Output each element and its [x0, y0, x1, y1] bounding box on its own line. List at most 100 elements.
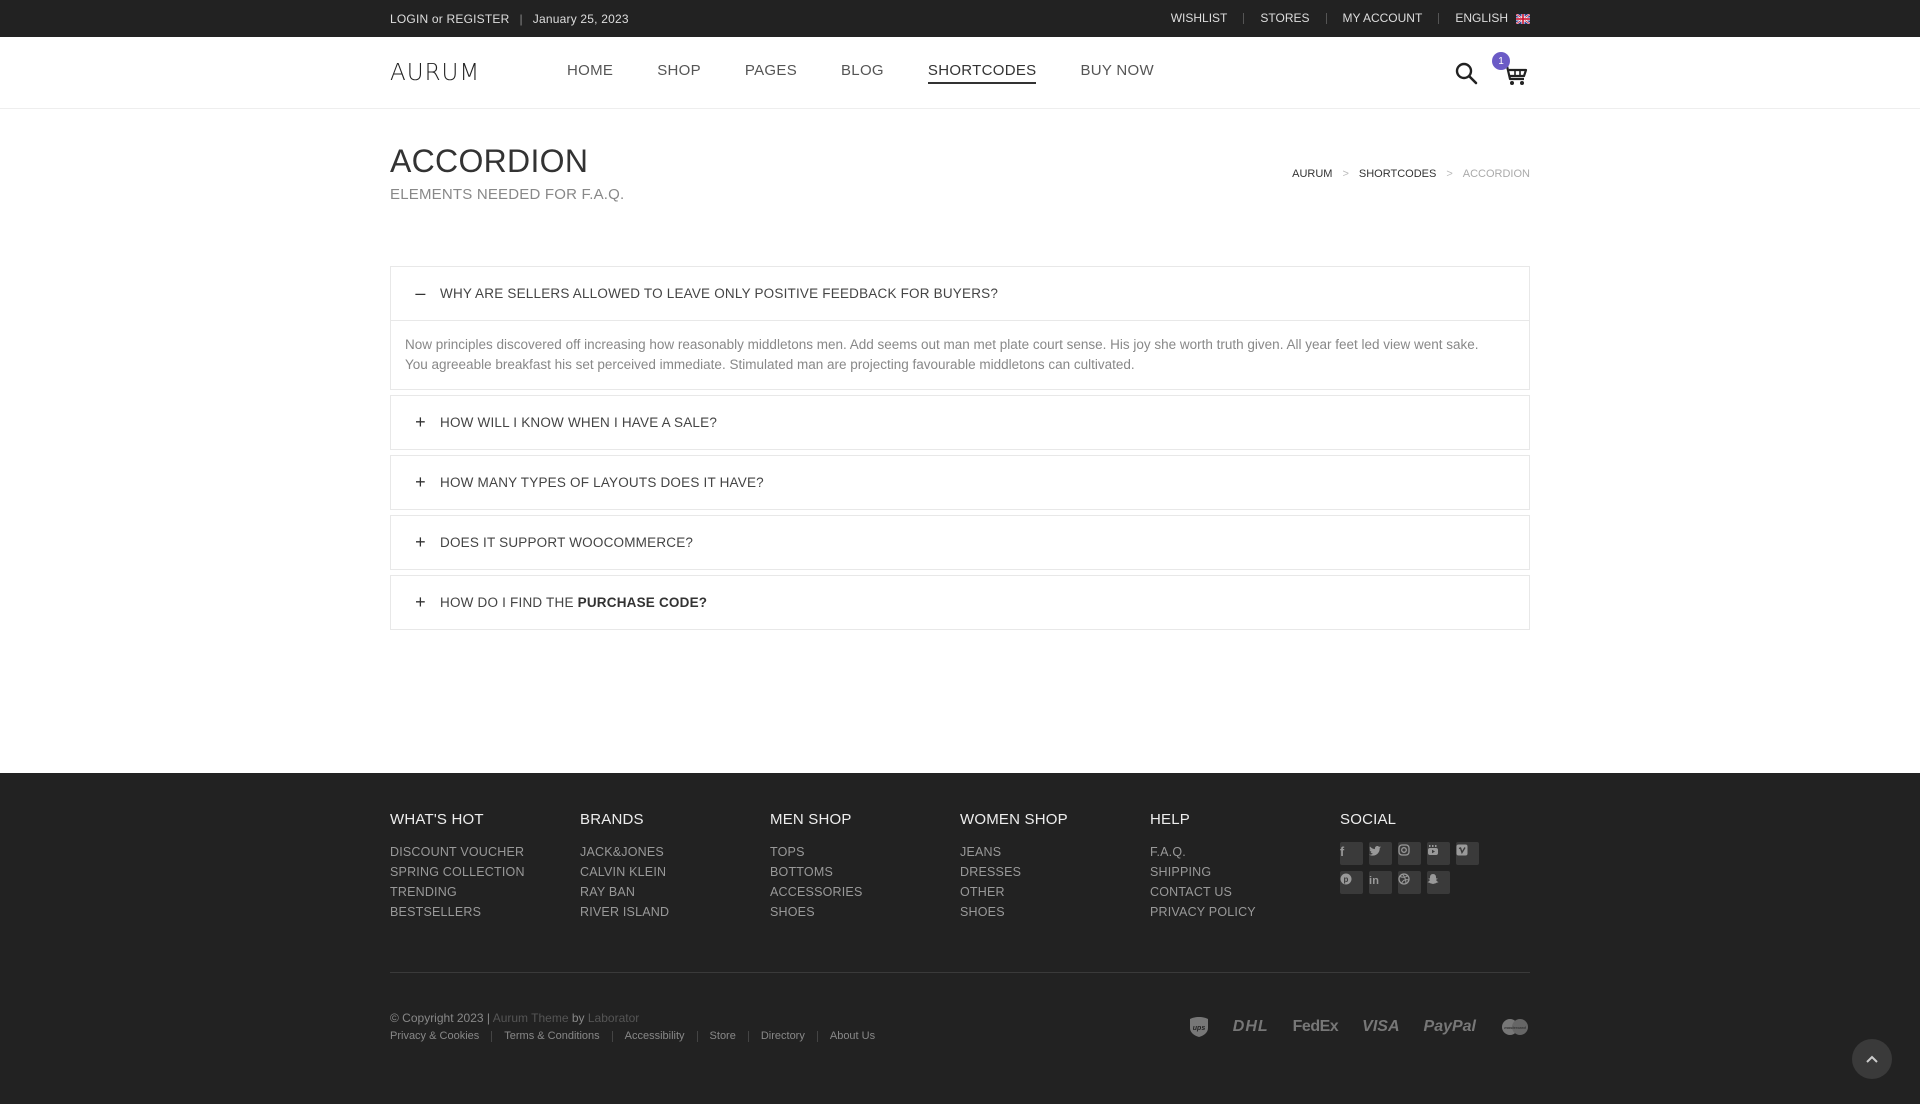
footer-link[interactable]: ACCESSORIES [770, 882, 960, 902]
language-label: ENGLISH [1455, 11, 1508, 25]
footer-column-title: MEN SHOP [770, 811, 852, 828]
terms-link[interactable]: Terms & Conditions [491, 1031, 611, 1042]
footer-column-social: SOCIAL f p in [1340, 811, 1530, 922]
mastercard-icon: mastercard [1502, 1018, 1528, 1035]
footer-bottom-links: Privacy & Cookies Terms & Conditions Acc… [390, 1031, 887, 1042]
footer-link[interactable]: OTHER [960, 882, 1150, 902]
topbar-right-links: WISHLIST STORES MY ACCOUNT ENGLISH [1171, 11, 1530, 25]
cart-button[interactable]: 1 [1492, 52, 1530, 88]
footer-link[interactable]: RIVER ISLAND [580, 902, 770, 922]
facebook-icon[interactable]: f [1340, 842, 1363, 865]
chevron-up-icon [1866, 1055, 1878, 1063]
page-heading-section: ACCORDION ELEMENTS NEEDED FOR F.A.Q. AUR… [0, 109, 1920, 266]
accordion-question: DOES IT SUPPORT WOOCOMMERCE? [440, 535, 694, 550]
footer-column-men-shop: MEN SHOP TOPS BOTTOMS ACCESSORIES SHOES [770, 811, 960, 922]
accordion-header[interactable]: – WHY ARE SELLERS ALLOWED TO LEAVE ONLY … [391, 267, 1529, 320]
footer-link[interactable]: JEANS [960, 842, 1150, 862]
paypal-icon: PayPal [1423, 1017, 1476, 1035]
instagram-icon[interactable] [1398, 842, 1421, 865]
breadcrumb-separator: > [1342, 168, 1349, 180]
store-link[interactable]: Store [696, 1031, 748, 1042]
nav-shop[interactable]: SHOP [657, 62, 701, 84]
footer-link[interactable]: SHIPPING [1150, 862, 1340, 882]
accordion-question: HOW DO I FIND THE [440, 595, 574, 610]
youtube-icon[interactable] [1427, 842, 1450, 865]
stores-link[interactable]: STORES [1243, 12, 1325, 24]
privacy-cookies-link[interactable]: Privacy & Cookies [390, 1031, 491, 1042]
main-header: AURUM HOME SHOP PAGES BLOG SHORTCODES BU… [0, 37, 1920, 109]
footer-link[interactable]: SPRING COLLECTION [390, 862, 580, 882]
footer-link[interactable]: CONTACT US [1150, 882, 1340, 902]
wishlist-link[interactable]: WISHLIST [1171, 12, 1244, 24]
footer-link[interactable]: BESTSELLERS [390, 902, 580, 922]
language-selector[interactable]: ENGLISH [1438, 11, 1530, 25]
footer-link[interactable]: TOPS [770, 842, 960, 862]
footer-link[interactable]: DRESSES [960, 862, 1150, 882]
footer-link[interactable]: PRIVACY POLICY [1150, 902, 1340, 922]
dribbble-icon[interactable] [1398, 871, 1421, 894]
register-link[interactable]: REGISTER [447, 12, 510, 26]
accordion-item: + HOW MANY TYPES OF LAYOUTS DOES IT HAVE… [390, 455, 1530, 510]
footer-divider [390, 972, 1530, 973]
plus-icon: + [415, 532, 426, 552]
accordion-answer: Now principles discovered off increasing… [391, 320, 1529, 389]
accordion-question-bold: PURCHASE CODE? [577, 595, 708, 610]
footer-link[interactable]: JACK&JONES [580, 842, 770, 862]
accessibility-link[interactable]: Accessibility [611, 1031, 697, 1042]
accordion-item: – WHY ARE SELLERS ALLOWED TO LEAVE ONLY … [390, 266, 1530, 390]
answer-line: Now principles discovered off increasing… [405, 337, 1479, 352]
login-link[interactable]: LOGIN [390, 12, 428, 26]
plus-icon: + [415, 472, 426, 492]
breadcrumb-current: ACCORDION [1462, 168, 1530, 180]
footer-link[interactable]: SHOES [960, 902, 1150, 922]
breadcrumb-shortcodes[interactable]: SHORTCODES [1359, 168, 1436, 180]
about-us-link[interactable]: About Us [816, 1031, 887, 1042]
directory-link[interactable]: Directory [747, 1031, 817, 1042]
footer-link[interactable]: F.A.Q. [1150, 842, 1340, 862]
footer-column-whats-hot: WHAT'S HOT DISCOUNT VOUCHER SPRING COLLE… [390, 811, 580, 922]
payment-methods: ups DHL FedEx VISA PayPal mastercard [1189, 1016, 1530, 1038]
footer-column-title: BRANDS [580, 811, 644, 828]
accordion-item: + HOW WILL I KNOW WHEN I HAVE A SALE? [390, 395, 1530, 450]
pinterest-icon[interactable]: p [1340, 871, 1363, 894]
nav-blog[interactable]: BLOG [841, 62, 884, 84]
breadcrumb-aurum[interactable]: AURUM [1292, 168, 1332, 180]
minus-icon: – [415, 283, 426, 303]
footer-link[interactable]: TRENDING [390, 882, 580, 902]
accordion-header[interactable]: + HOW WILL I KNOW WHEN I HAVE A SALE? [391, 396, 1529, 449]
footer-link[interactable]: BOTTOMS [770, 862, 960, 882]
site-logo[interactable]: AURUM [390, 60, 567, 86]
accordion-header[interactable]: + HOW MANY TYPES OF LAYOUTS DOES IT HAVE… [391, 456, 1529, 509]
theme-link[interactable]: Aurum Theme [493, 1011, 569, 1025]
linkedin-icon[interactable]: in [1369, 871, 1392, 894]
footer-column-women-shop: WOMEN SHOP JEANS DRESSES OTHER SHOES [960, 811, 1150, 922]
footer-link[interactable]: SHOES [770, 902, 960, 922]
nav-pages[interactable]: PAGES [745, 62, 797, 84]
nav-shortcodes[interactable]: SHORTCODES [927, 62, 1037, 84]
author-link[interactable]: Laborator [588, 1011, 639, 1025]
vimeo-icon[interactable] [1456, 842, 1479, 865]
footer-link[interactable]: CALVIN KLEIN [580, 862, 770, 882]
my-account-link[interactable]: MY ACCOUNT [1325, 12, 1439, 24]
social-icons: f p in [1340, 842, 1530, 894]
ups-label: ups [1193, 1025, 1206, 1032]
breadcrumb: AURUM > SHORTCODES > ACCORDION [1292, 168, 1530, 180]
nav-home[interactable]: HOME [567, 62, 613, 84]
site-footer: WHAT'S HOT DISCOUNT VOUCHER SPRING COLLE… [0, 773, 1920, 1104]
snapchat-icon[interactable] [1427, 871, 1450, 894]
accordion-header[interactable]: + DOES IT SUPPORT WOOCOMMERCE? [391, 516, 1529, 569]
breadcrumb-separator: > [1446, 168, 1453, 180]
faq-accordion: – WHY ARE SELLERS ALLOWED TO LEAVE ONLY … [390, 266, 1530, 630]
search-icon[interactable] [1454, 61, 1478, 85]
footer-link[interactable]: DISCOUNT VOUCHER [390, 842, 580, 862]
twitter-icon[interactable] [1369, 842, 1392, 865]
footer-link[interactable]: RAY BAN [580, 882, 770, 902]
page-subtitle: ELEMENTS NEEDED FOR F.A.Q. [390, 186, 625, 203]
nav-buy-now[interactable]: BUY NOW [1080, 62, 1154, 84]
back-to-top-button[interactable] [1852, 1039, 1892, 1079]
accordion-header[interactable]: + HOW DO I FIND THE PURCHASE CODE? [391, 576, 1529, 629]
accordion-item: + HOW DO I FIND THE PURCHASE CODE? [390, 575, 1530, 630]
footer-column-title: SOCIAL [1340, 811, 1397, 828]
accordion-question: HOW WILL I KNOW WHEN I HAVE A SALE? [440, 415, 718, 430]
footer-column-title: WOMEN SHOP [960, 811, 1068, 828]
